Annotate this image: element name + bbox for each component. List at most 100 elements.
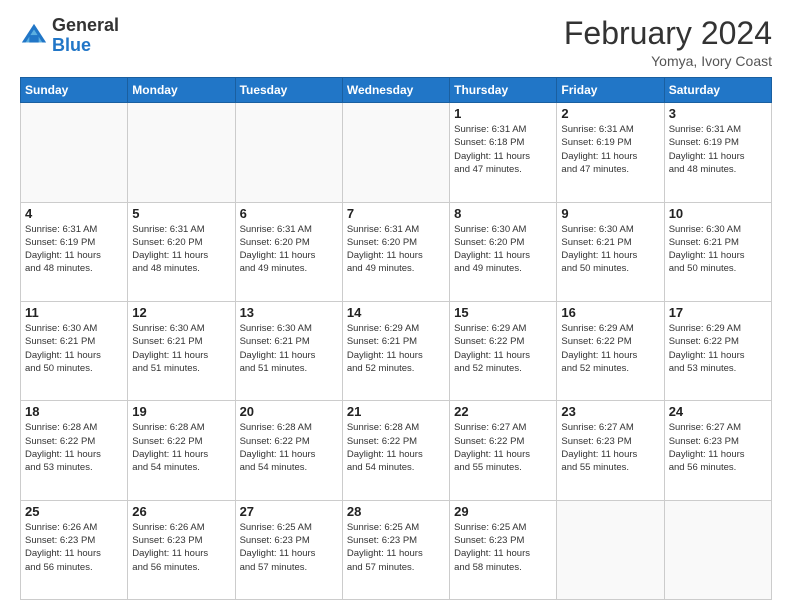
calendar-cell: 5 Sunrise: 6:31 AM Sunset: 6:20 PM Daylig… xyxy=(128,202,235,301)
logo-general-text: General xyxy=(52,15,119,35)
day-info: Sunrise: 6:31 AM Sunset: 6:20 PM Dayligh… xyxy=(132,223,230,276)
day-number: 10 xyxy=(669,206,767,221)
day-info: Sunrise: 6:31 AM Sunset: 6:19 PM Dayligh… xyxy=(25,223,123,276)
day-info: Sunrise: 6:31 AM Sunset: 6:20 PM Dayligh… xyxy=(240,223,338,276)
calendar-cell: 22 Sunrise: 6:27 AM Sunset: 6:22 PM Dayli… xyxy=(450,401,557,500)
calendar-cell xyxy=(664,500,771,599)
day-number: 26 xyxy=(132,504,230,519)
day-number: 5 xyxy=(132,206,230,221)
calendar-cell xyxy=(21,103,128,202)
day-number: 23 xyxy=(561,404,659,419)
calendar-cell: 21 Sunrise: 6:28 AM Sunset: 6:22 PM Dayli… xyxy=(342,401,449,500)
day-info: Sunrise: 6:31 AM Sunset: 6:20 PM Dayligh… xyxy=(347,223,445,276)
calendar-cell: 29 Sunrise: 6:25 AM Sunset: 6:23 PM Dayli… xyxy=(450,500,557,599)
day-number: 22 xyxy=(454,404,552,419)
calendar-cell: 7 Sunrise: 6:31 AM Sunset: 6:20 PM Daylig… xyxy=(342,202,449,301)
calendar-cell: 9 Sunrise: 6:30 AM Sunset: 6:21 PM Daylig… xyxy=(557,202,664,301)
calendar-cell xyxy=(557,500,664,599)
day-number: 25 xyxy=(25,504,123,519)
title-block: February 2024 Yomya, Ivory Coast xyxy=(564,16,772,69)
day-info: Sunrise: 6:30 AM Sunset: 6:21 PM Dayligh… xyxy=(25,322,123,375)
day-info: Sunrise: 6:30 AM Sunset: 6:21 PM Dayligh… xyxy=(669,223,767,276)
month-year: February 2024 xyxy=(564,16,772,51)
day-number: 16 xyxy=(561,305,659,320)
day-number: 3 xyxy=(669,106,767,121)
calendar-cell: 6 Sunrise: 6:31 AM Sunset: 6:20 PM Daylig… xyxy=(235,202,342,301)
calendar-cell: 23 Sunrise: 6:27 AM Sunset: 6:23 PM Dayli… xyxy=(557,401,664,500)
day-number: 17 xyxy=(669,305,767,320)
day-info: Sunrise: 6:25 AM Sunset: 6:23 PM Dayligh… xyxy=(347,521,445,574)
calendar-cell: 3 Sunrise: 6:31 AM Sunset: 6:19 PM Daylig… xyxy=(664,103,771,202)
day-info: Sunrise: 6:27 AM Sunset: 6:22 PM Dayligh… xyxy=(454,421,552,474)
day-info: Sunrise: 6:29 AM Sunset: 6:21 PM Dayligh… xyxy=(347,322,445,375)
day-info: Sunrise: 6:28 AM Sunset: 6:22 PM Dayligh… xyxy=(347,421,445,474)
calendar-table: SundayMondayTuesdayWednesdayThursdayFrid… xyxy=(20,77,772,600)
day-number: 29 xyxy=(454,504,552,519)
day-info: Sunrise: 6:25 AM Sunset: 6:23 PM Dayligh… xyxy=(454,521,552,574)
calendar-cell xyxy=(342,103,449,202)
day-header-sunday: Sunday xyxy=(21,78,128,103)
day-header-monday: Monday xyxy=(128,78,235,103)
day-info: Sunrise: 6:27 AM Sunset: 6:23 PM Dayligh… xyxy=(669,421,767,474)
day-info: Sunrise: 6:30 AM Sunset: 6:20 PM Dayligh… xyxy=(454,223,552,276)
day-number: 9 xyxy=(561,206,659,221)
calendar-cell: 4Sunrise: 6:31 AM Sunset: 6:19 PM Daylig… xyxy=(21,202,128,301)
calendar-cell: 25Sunrise: 6:26 AM Sunset: 6:23 PM Dayli… xyxy=(21,500,128,599)
calendar-cell: 26 Sunrise: 6:26 AM Sunset: 6:23 PM Dayli… xyxy=(128,500,235,599)
calendar-header-row: SundayMondayTuesdayWednesdayThursdayFrid… xyxy=(21,78,772,103)
day-number: 21 xyxy=(347,404,445,419)
day-number: 27 xyxy=(240,504,338,519)
calendar-cell: 19Sunrise: 6:28 AM Sunset: 6:22 PM Dayli… xyxy=(128,401,235,500)
calendar-cell: 17 Sunrise: 6:29 AM Sunset: 6:22 PM Dayli… xyxy=(664,301,771,400)
day-info: Sunrise: 6:28 AM Sunset: 6:22 PM Dayligh… xyxy=(240,421,338,474)
day-info: Sunrise: 6:28 AM Sunset: 6:22 PM Dayligh… xyxy=(25,421,123,474)
day-info: Sunrise: 6:30 AM Sunset: 6:21 PM Dayligh… xyxy=(132,322,230,375)
calendar-cell: 24Sunrise: 6:27 AM Sunset: 6:23 PM Dayli… xyxy=(664,401,771,500)
calendar-week-3: 18 Sunrise: 6:28 AM Sunset: 6:22 PM Dayli… xyxy=(21,401,772,500)
calendar-cell: 14Sunrise: 6:29 AM Sunset: 6:21 PM Dayli… xyxy=(342,301,449,400)
day-number: 28 xyxy=(347,504,445,519)
day-number: 19 xyxy=(132,404,230,419)
calendar-cell: 11Sunrise: 6:30 AM Sunset: 6:21 PM Dayli… xyxy=(21,301,128,400)
calendar-cell: 18 Sunrise: 6:28 AM Sunset: 6:22 PM Dayli… xyxy=(21,401,128,500)
day-info: Sunrise: 6:31 AM Sunset: 6:19 PM Dayligh… xyxy=(561,123,659,176)
calendar-cell: 15 Sunrise: 6:29 AM Sunset: 6:22 PM Dayli… xyxy=(450,301,557,400)
day-header-thursday: Thursday xyxy=(450,78,557,103)
calendar-cell: 8 Sunrise: 6:30 AM Sunset: 6:20 PM Daylig… xyxy=(450,202,557,301)
header: General Blue February 2024 Yomya, Ivory … xyxy=(20,16,772,69)
day-number: 1 xyxy=(454,106,552,121)
day-header-wednesday: Wednesday xyxy=(342,78,449,103)
day-number: 6 xyxy=(240,206,338,221)
day-number: 7 xyxy=(347,206,445,221)
day-info: Sunrise: 6:26 AM Sunset: 6:23 PM Dayligh… xyxy=(132,521,230,574)
day-number: 2 xyxy=(561,106,659,121)
calendar-cell: 1 Sunrise: 6:31 AM Sunset: 6:18 PM Daylig… xyxy=(450,103,557,202)
calendar-cell xyxy=(235,103,342,202)
day-info: Sunrise: 6:31 AM Sunset: 6:18 PM Dayligh… xyxy=(454,123,552,176)
day-number: 15 xyxy=(454,305,552,320)
calendar-cell: 20Sunrise: 6:28 AM Sunset: 6:22 PM Dayli… xyxy=(235,401,342,500)
calendar-cell: 27 Sunrise: 6:25 AM Sunset: 6:23 PM Dayli… xyxy=(235,500,342,599)
calendar-cell: 2 Sunrise: 6:31 AM Sunset: 6:19 PM Daylig… xyxy=(557,103,664,202)
day-number: 12 xyxy=(132,305,230,320)
day-info: Sunrise: 6:27 AM Sunset: 6:23 PM Dayligh… xyxy=(561,421,659,474)
day-info: Sunrise: 6:25 AM Sunset: 6:23 PM Dayligh… xyxy=(240,521,338,574)
calendar-cell: 10 Sunrise: 6:30 AM Sunset: 6:21 PM Dayli… xyxy=(664,202,771,301)
logo-icon xyxy=(20,22,48,50)
logo-text: General Blue xyxy=(52,16,119,56)
day-info: Sunrise: 6:30 AM Sunset: 6:21 PM Dayligh… xyxy=(561,223,659,276)
logo-blue-text: Blue xyxy=(52,35,91,55)
calendar-week-1: 4Sunrise: 6:31 AM Sunset: 6:19 PM Daylig… xyxy=(21,202,772,301)
day-number: 13 xyxy=(240,305,338,320)
day-number: 18 xyxy=(25,404,123,419)
day-info: Sunrise: 6:29 AM Sunset: 6:22 PM Dayligh… xyxy=(454,322,552,375)
day-info: Sunrise: 6:31 AM Sunset: 6:19 PM Dayligh… xyxy=(669,123,767,176)
logo: General Blue xyxy=(20,16,119,56)
calendar-cell: 16 Sunrise: 6:29 AM Sunset: 6:22 PM Dayli… xyxy=(557,301,664,400)
day-number: 8 xyxy=(454,206,552,221)
calendar-cell: 13Sunrise: 6:30 AM Sunset: 6:21 PM Dayli… xyxy=(235,301,342,400)
day-info: Sunrise: 6:29 AM Sunset: 6:22 PM Dayligh… xyxy=(561,322,659,375)
day-info: Sunrise: 6:29 AM Sunset: 6:22 PM Dayligh… xyxy=(669,322,767,375)
calendar-week-2: 11Sunrise: 6:30 AM Sunset: 6:21 PM Dayli… xyxy=(21,301,772,400)
page: General Blue February 2024 Yomya, Ivory … xyxy=(0,0,792,612)
